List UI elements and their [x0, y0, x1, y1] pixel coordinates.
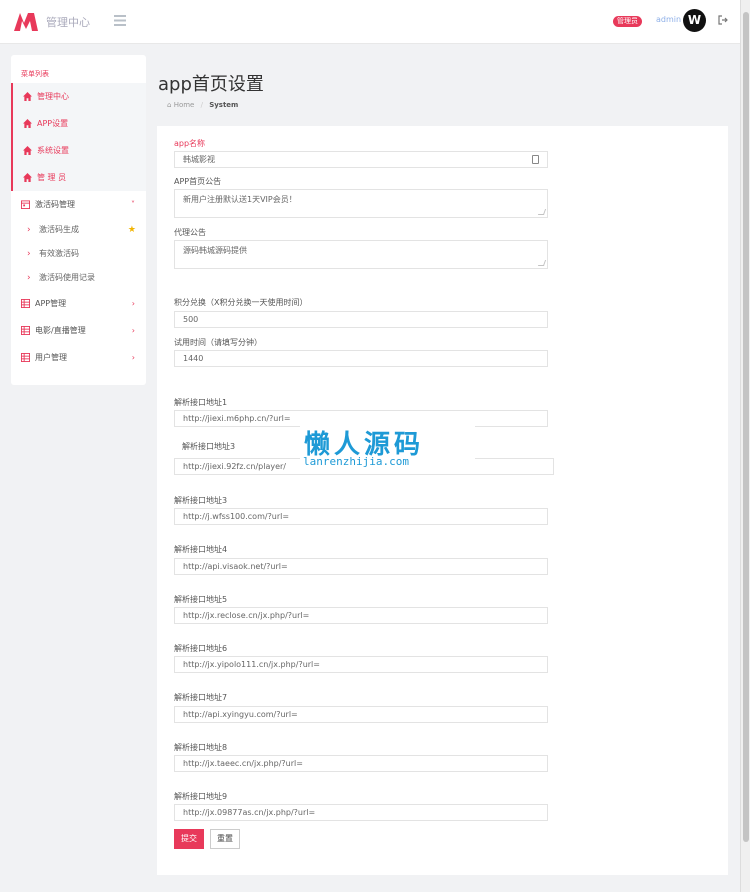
textarea-value: 源码韩城源码提供 — [183, 246, 247, 255]
home-icon — [23, 92, 32, 101]
sidebar-subitem-label: 有效激活码 — [39, 249, 79, 258]
sidebar-subitem-generate-code[interactable]: › 激活码生成 ★ — [11, 218, 146, 242]
resize-handle-icon[interactable] — [537, 209, 547, 215]
breadcrumb: ⌂ Home / System — [167, 101, 238, 109]
points-label: 积分兑换（X积分兑换一天使用时间） — [174, 298, 308, 307]
reset-button[interactable]: 重置 — [210, 829, 240, 849]
parser-9-label: 解析接口地址9 — [174, 792, 228, 801]
parser-8-input[interactable]: http://jx.taeec.cn/jx.php/?url= — [174, 755, 548, 772]
sidebar-item-label: 用户管理 — [35, 353, 67, 362]
parser-3-label: 解析接口地址3 — [174, 496, 228, 505]
parser-3-input[interactable]: http://j.wfss100.com/?url= — [174, 508, 548, 525]
sidebar-item-admins[interactable]: 管 理 员 — [11, 164, 146, 191]
parser-5-input[interactable]: http://jx.reclose.cn/jx.php/?url= — [174, 607, 548, 624]
role-badge: 管理员 — [613, 16, 642, 27]
sidebar-item-label: 管 理 员 — [37, 173, 67, 182]
notice-textarea[interactable]: 新用户注册默认送1天VIP会员！ — [174, 189, 548, 218]
page-scrollbar[interactable] — [740, 0, 750, 892]
sidebar-item-movie-live[interactable]: 电影/直播管理 › — [11, 317, 146, 344]
chevron-right-icon: › — [27, 225, 31, 235]
sidebar-item-label: APP设置 — [37, 119, 69, 128]
grid-icon — [21, 353, 30, 362]
breadcrumb-current: System — [209, 101, 239, 109]
logout-icon[interactable] — [718, 15, 728, 25]
menu-toggle-icon[interactable] — [114, 15, 126, 26]
parser-6-input[interactable]: http://jx.yipolo111.cn/jx.php/?url= — [174, 656, 548, 673]
sidebar-subitem-code-usage[interactable]: › 激活码使用记录 — [11, 266, 146, 290]
sidebar-item-label: 激活码管理 — [35, 200, 75, 209]
notice-label: APP首页公告 — [174, 177, 222, 186]
star-icon: ★ — [127, 225, 136, 235]
calendar-icon — [21, 200, 30, 209]
sidebar-item-label: 管理中心 — [37, 92, 69, 101]
sidebar-item-activation-codes[interactable]: 激活码管理 ˅ — [11, 191, 146, 218]
sidebar-item-system-settings[interactable]: 系统设置 — [11, 137, 146, 164]
parser-9-input[interactable]: http://jx.09877as.cn/jx.php/?url= — [174, 804, 548, 821]
grid-icon — [21, 299, 30, 308]
username-link[interactable]: admin — [656, 15, 681, 24]
parser-7-label: 解析接口地址7 — [174, 693, 228, 702]
scrollbar-thumb[interactable] — [743, 12, 749, 842]
sidebar: 菜单列表 管理中心 APP设置 系统设置 管 理 员 激活码管理 ˅ › 激活码… — [11, 55, 146, 385]
sidebar-subitem-label: 激活码使用记录 — [39, 273, 95, 282]
input-value: 韩城影视 — [183, 155, 215, 164]
home-icon — [23, 119, 32, 128]
top-bar: 管理中心 管理员 admin W — [0, 0, 740, 44]
home-icon: ⌂ — [167, 101, 172, 109]
sidebar-item-app-settings[interactable]: APP设置 — [11, 110, 146, 137]
sidebar-item-label: 系统设置 — [37, 146, 69, 155]
parser-5-label: 解析接口地址5 — [174, 595, 228, 604]
sidebar-item-users[interactable]: 用户管理 › — [11, 344, 146, 371]
app-name-input[interactable]: 韩城影视 — [174, 151, 548, 168]
page-title: app首页设置 — [158, 74, 264, 95]
watermark-url: lanrenzhijia.com — [303, 455, 409, 468]
textarea-value: 新用户注册默认送1天VIP会员！ — [183, 195, 297, 204]
agent-notice-textarea[interactable]: 源码韩城源码提供 — [174, 240, 548, 269]
sidebar-item-label: 电影/直播管理 — [35, 326, 86, 335]
sidebar-heading: 菜单列表 — [21, 70, 49, 78]
trial-input[interactable]: 1440 — [174, 350, 548, 367]
chevron-right-icon: › — [131, 326, 135, 335]
agent-notice-label: 代理公告 — [174, 228, 206, 237]
parser-6-label: 解析接口地址6 — [174, 644, 228, 653]
parser-8-label: 解析接口地址8 — [174, 743, 228, 752]
grid-icon — [21, 326, 30, 335]
resize-handle-icon[interactable] — [537, 260, 547, 266]
trial-label: 试用时间（请填写分钟） — [174, 338, 262, 347]
breadcrumb-separator: / — [200, 101, 203, 109]
points-input[interactable]: 500 — [174, 311, 548, 328]
watermark: 懒人源码 lanrenzhijia.com — [300, 424, 475, 470]
brand-title: 管理中心 — [46, 16, 90, 29]
clipboard-icon — [532, 155, 539, 164]
submit-button[interactable]: 提交 — [174, 829, 204, 849]
sidebar-nav: 管理中心 APP设置 系统设置 管 理 员 激活码管理 ˅ › 激活码生成 ★ … — [11, 83, 146, 371]
home-icon — [23, 146, 32, 155]
parser-2-label: 解析接口地址3 — [182, 442, 236, 451]
parser-1-label: 解析接口地址1 — [174, 398, 228, 407]
parser-4-label: 解析接口地址4 — [174, 545, 228, 554]
chevron-right-icon: › — [27, 273, 31, 283]
chevron-right-icon: › — [131, 299, 135, 308]
chevron-down-icon: ˅ — [131, 200, 135, 209]
app-name-label: app名称 — [174, 139, 206, 148]
parser-7-input[interactable]: http://api.xyingyu.com/?url= — [174, 706, 548, 723]
breadcrumb-home[interactable]: Home — [174, 101, 195, 109]
home-icon — [23, 173, 32, 182]
sidebar-item-dashboard[interactable]: 管理中心 — [11, 83, 146, 110]
sidebar-subitem-valid-codes[interactable]: › 有效激活码 — [11, 242, 146, 266]
parser-4-input[interactable]: http://api.visaok.net/?url= — [174, 558, 548, 575]
sidebar-item-label: APP管理 — [35, 299, 67, 308]
chevron-right-icon: › — [131, 353, 135, 362]
sidebar-subitem-label: 激活码生成 — [39, 225, 79, 234]
sidebar-item-app-manage[interactable]: APP管理 › — [11, 290, 146, 317]
avatar[interactable]: W — [683, 9, 706, 32]
brand-logo-icon[interactable] — [14, 11, 38, 31]
chevron-right-icon: › — [27, 249, 31, 259]
